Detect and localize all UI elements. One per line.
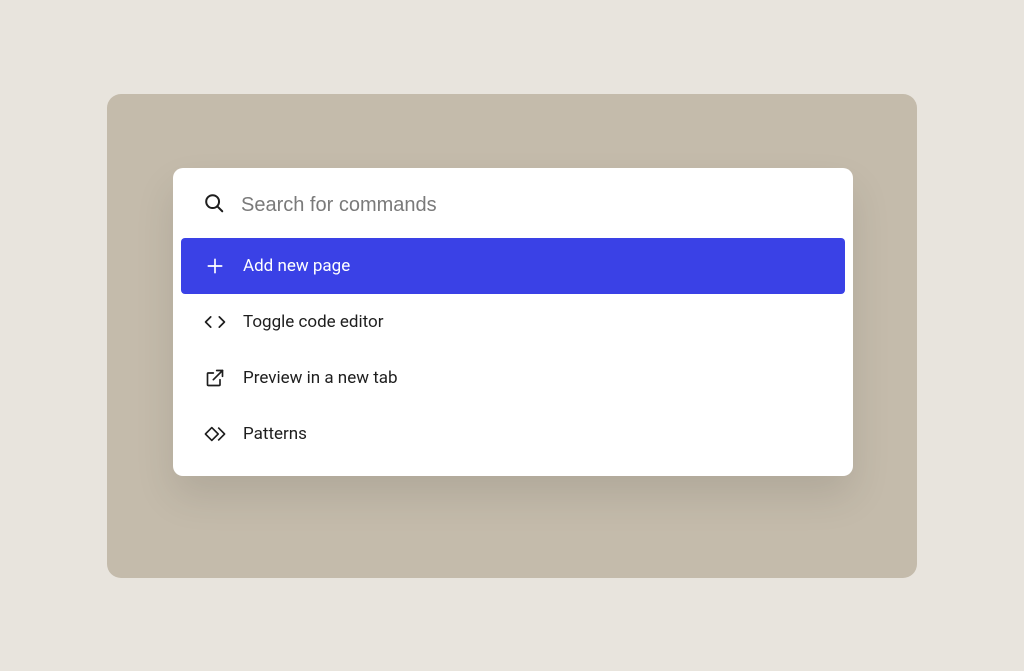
patterns-icon <box>203 424 227 444</box>
command-label: Patterns <box>243 424 307 444</box>
command-label: Add new page <box>243 256 350 276</box>
command-add-new-page[interactable]: Add new page <box>181 238 845 294</box>
code-icon <box>203 312 227 332</box>
external-link-icon <box>203 368 227 388</box>
search-input[interactable] <box>241 194 825 217</box>
command-list: Add new page Toggle code editor <box>173 238 853 476</box>
command-label: Preview in a new tab <box>243 368 398 388</box>
search-row <box>173 168 853 238</box>
command-patterns[interactable]: Patterns <box>181 406 845 462</box>
plus-icon <box>203 256 227 276</box>
command-label: Toggle code editor <box>243 312 383 332</box>
command-palette: Add new page Toggle code editor <box>173 168 853 476</box>
command-toggle-code-editor[interactable]: Toggle code editor <box>181 294 845 350</box>
command-preview-new-tab[interactable]: Preview in a new tab <box>181 350 845 406</box>
dialog-backdrop: Add new page Toggle code editor <box>107 94 917 578</box>
search-icon <box>203 192 225 218</box>
